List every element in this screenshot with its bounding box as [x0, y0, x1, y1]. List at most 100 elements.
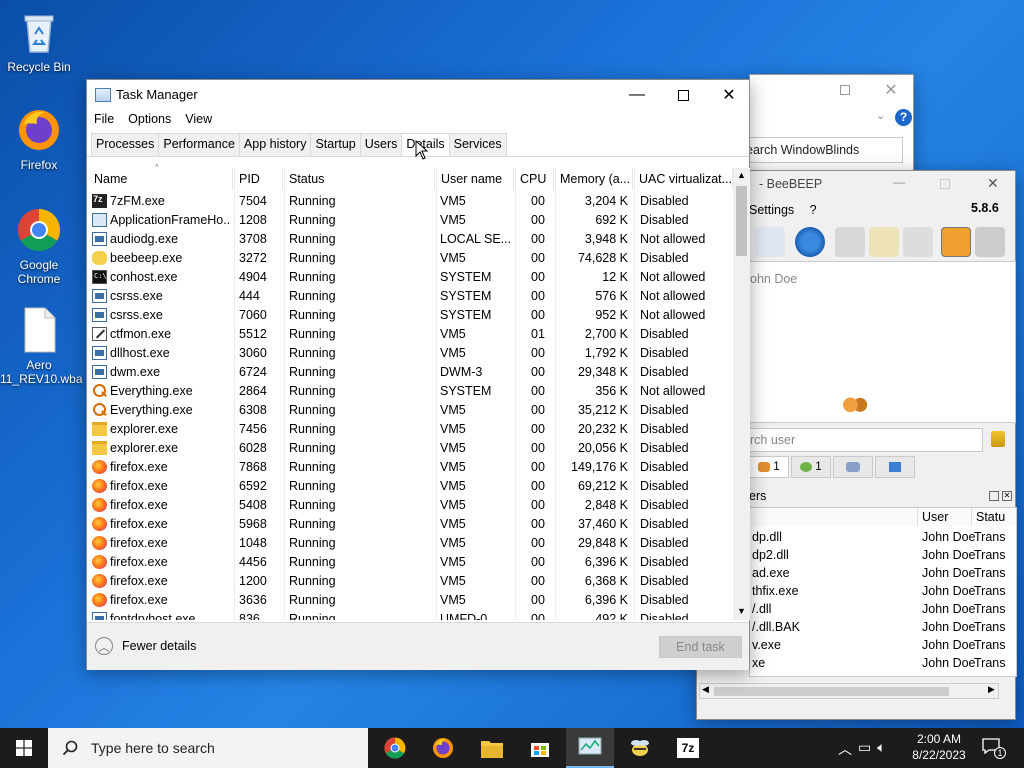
menu-file[interactable]: File [87, 110, 121, 132]
transfer-row[interactable]: thfix.exe John Doe Trans [750, 582, 1016, 600]
search-input[interactable]: earch WindowBlinds [745, 137, 903, 163]
table-row[interactable]: firefox.exe 7868 Running VM5 00 149,176 K Disa… [88, 458, 733, 477]
close-button[interactable]: ✕ [706, 80, 752, 110]
horizontal-scrollbar[interactable]: ◀ ▶ [699, 683, 999, 699]
close-button[interactable]: ✕ [868, 75, 914, 105]
transfer-row[interactable]: v.exe John Doe Trans [750, 636, 1016, 654]
status-up-icon[interactable] [941, 227, 971, 257]
column-divider[interactable] [634, 168, 635, 620]
search-user-input[interactable]: rch user [749, 428, 983, 452]
table-row[interactable]: csrss.exe 444 Running SYSTEM 00 576 K Not allo… [88, 287, 733, 306]
tab-users[interactable]: Users [359, 133, 403, 156]
table-row[interactable]: explorer.exe 6028 Running VM5 00 20,056 K Disa… [88, 439, 733, 458]
taskbar-store-button[interactable] [516, 728, 564, 768]
tools-icon[interactable] [903, 227, 933, 257]
desktop-icon-recycle-bin[interactable]: Recycle Bin [0, 8, 78, 74]
chevron-up-icon[interactable]: ︿ [838, 739, 852, 759]
table-row[interactable]: firefox.exe 1048 Running VM5 00 29,848 K Disab… [88, 534, 733, 553]
scroll-up-icon[interactable]: ▲ [737, 170, 746, 180]
transfer-row[interactable]: /.dll John Doe Trans [750, 600, 1016, 618]
scroll-left-icon[interactable]: ◀ [702, 684, 709, 695]
tab-files[interactable] [875, 456, 915, 478]
task-manager-window[interactable]: Task Manager — ✕ File Options View Proce… [86, 79, 750, 670]
taskbar-chrome-button[interactable] [371, 728, 419, 768]
table-row[interactable]: ApplicationFrameHo... 1208 Running VM5 00 692… [88, 211, 733, 230]
scroll-right-icon[interactable]: ▶ [988, 684, 995, 695]
vertical-scrollbar[interactable]: ▲ ▼ [733, 168, 750, 620]
tab-services[interactable]: Services [448, 133, 507, 156]
table-row[interactable]: firefox.exe 6592 Running VM5 00 69,212 K Disab… [88, 477, 733, 496]
transfer-row[interactable]: ad.exe John Doe Trans [750, 564, 1016, 582]
table-row[interactable]: beebeep.exe 3272 Running VM5 00 74,628 K Disab… [88, 249, 733, 268]
column-header-user[interactable]: User [918, 508, 972, 526]
trash-icon[interactable] [975, 227, 1005, 257]
desktop-icon-chrome[interactable]: Google Chrome [0, 206, 78, 286]
fewer-details-button[interactable]: ︿ Fewer details [95, 637, 196, 655]
column-header-memory[interactable]: Memory (a... [554, 168, 633, 190]
notification-center-button[interactable]: 1 [982, 738, 1006, 759]
scroll-down-icon[interactable]: ▼ [737, 606, 746, 616]
tab-groups[interactable] [833, 456, 873, 478]
desktop-icon-aero-file[interactable]: Aero 11_REV10.wba [0, 306, 83, 386]
table-row[interactable]: conhost.exe 4904 Running SYSTEM 00 12 K Not al… [88, 268, 733, 287]
menu-options[interactable]: Options [121, 110, 178, 132]
table-row[interactable]: dllhost.exe 3060 Running VM5 00 1,792 K Disabl… [88, 344, 733, 363]
table-row[interactable]: Everything.exe 6308 Running VM5 00 35,212 K Di… [88, 401, 733, 420]
float-icon[interactable] [989, 491, 999, 501]
table-row[interactable]: dwm.exe 6724 Running DWM-3 00 29,348 K Disable… [88, 363, 733, 382]
broadcast-icon[interactable] [795, 227, 825, 257]
table-row[interactable]: Everything.exe 2864 Running SYSTEM 00 356 K No… [88, 382, 733, 401]
transfer-row[interactable]: dp.dll John Doe Trans [750, 528, 1016, 546]
chevron-down-icon[interactable]: ⌄ [876, 109, 885, 122]
column-header-status[interactable]: Statu [972, 508, 1016, 526]
column-divider[interactable] [284, 168, 285, 620]
column-header-file[interactable] [750, 508, 918, 526]
clear-icon[interactable] [991, 431, 1005, 447]
clock[interactable]: 2:00 AM 8/22/2023 [906, 731, 972, 763]
table-row[interactable]: 7zFM.exe 7504 Running VM5 00 3,204 K Disabled [88, 192, 733, 211]
user-list[interactable]: ohn Doe [749, 261, 1016, 423]
tab-startup[interactable]: Startup [310, 133, 361, 156]
column-header-name[interactable]: Name [88, 168, 233, 190]
transfer-row[interactable]: dp2.dll John Doe Trans [750, 546, 1016, 564]
tab-performance[interactable]: Performance [158, 133, 240, 156]
desktop-icon-firefox[interactable]: Firefox [0, 106, 78, 172]
column-header-pid[interactable]: PID [233, 168, 283, 190]
scroll-thumb[interactable] [736, 186, 747, 256]
minimize-button[interactable]: — [614, 80, 660, 110]
close-panel-icon[interactable]: ✕ [1002, 491, 1012, 501]
title-bar[interactable]: Task Manager — ✕ [87, 80, 749, 110]
column-divider[interactable] [436, 168, 437, 620]
column-header-cpu[interactable]: CPU [514, 168, 554, 190]
taskbar-7zip-button[interactable]: 7z [664, 728, 712, 768]
column-divider[interactable] [515, 168, 516, 620]
table-row[interactable]: explorer.exe 7456 Running VM5 00 20,232 K Disa… [88, 420, 733, 439]
menu-help[interactable]: ? [810, 203, 817, 217]
close-button[interactable]: ✕ [987, 175, 999, 192]
maximize-button[interactable] [822, 75, 868, 105]
transfer-list[interactable]: User Statu dp.dll John Doe Trans dp2.dll Joh… [749, 507, 1017, 677]
lock-icon[interactable] [835, 227, 865, 257]
taskbar-beebeep-button[interactable] [616, 728, 664, 768]
table-row[interactable]: firefox.exe 5408 Running VM5 00 2,848 K Disabl… [88, 496, 733, 515]
column-header-status[interactable]: Status [283, 168, 435, 190]
table-row[interactable]: csrss.exe 7060 Running SYSTEM 00 952 K Not all… [88, 306, 733, 325]
table-row[interactable]: audiodg.exe 3708 Running LOCAL SE... 00 3,948… [88, 230, 733, 249]
end-task-button[interactable]: End task [659, 636, 742, 658]
tab-chats[interactable]: 1 [791, 456, 831, 478]
tab-app-history[interactable]: App history [238, 133, 312, 156]
table-row[interactable]: firefox.exe 4456 Running VM5 00 6,396 K Disabl… [88, 553, 733, 572]
tab-users[interactable]: 1 [749, 456, 789, 478]
details-table[interactable]: Name PID Status User name CPU Memory (a.… [88, 168, 733, 620]
windowblinds-window[interactable]: ✕ ⌄ ? earch WindowBlinds [745, 74, 914, 178]
minimize-button[interactable]: — [893, 175, 905, 189]
user-name[interactable]: ohn Doe [750, 272, 797, 286]
maximize-button[interactable] [940, 179, 950, 189]
tab-processes[interactable]: Processes [91, 133, 160, 156]
menu-view[interactable]: View [178, 110, 219, 132]
start-button[interactable] [0, 728, 48, 768]
column-divider[interactable] [555, 168, 556, 620]
network-icon[interactable]: ▭ [858, 739, 871, 759]
taskbar-task-manager-button[interactable] [566, 728, 614, 768]
table-row[interactable]: firefox.exe 1200 Running VM5 00 6,368 K Disabl… [88, 572, 733, 591]
